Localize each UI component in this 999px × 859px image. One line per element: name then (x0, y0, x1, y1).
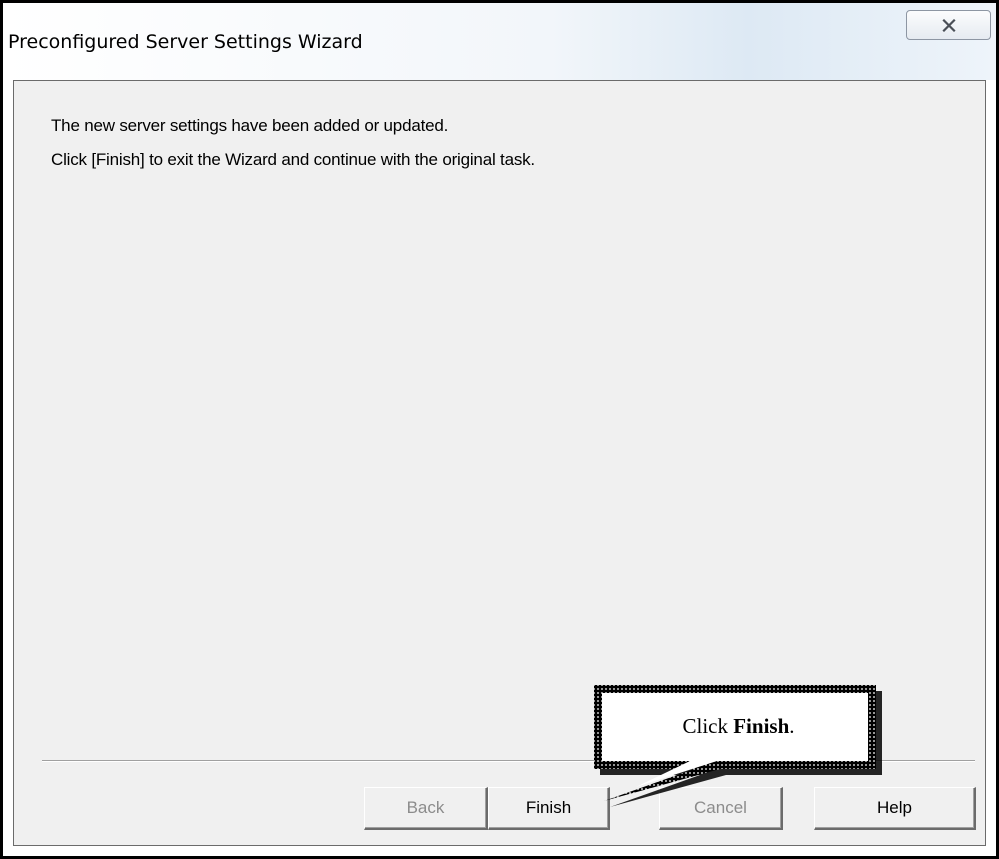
title-bar: Preconfigured Server Settings Wizard (3, 3, 996, 80)
close-button[interactable] (906, 10, 991, 40)
instruction-message: Click [Finish] to exit the Wizard and co… (51, 150, 535, 169)
callout-bubble (594, 685, 882, 807)
close-icon (941, 18, 956, 32)
back-button[interactable]: Back (364, 787, 488, 830)
callout-emphasis: Finish (733, 714, 790, 738)
callout-text: Click Finish. (682, 714, 795, 738)
status-message: The new server settings have been added … (51, 116, 449, 135)
window-title: Preconfigured Server Settings Wizard (8, 31, 363, 53)
